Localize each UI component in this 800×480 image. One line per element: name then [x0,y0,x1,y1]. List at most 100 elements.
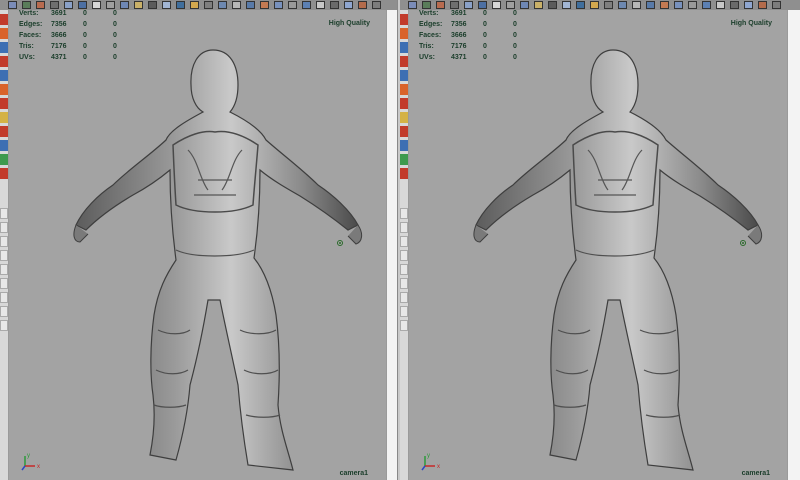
character-model-wireframe[interactable] [458,30,778,480]
shelf-icon[interactable] [688,1,697,9]
layout-icon[interactable] [0,278,8,289]
layout-icon[interactable] [400,320,408,331]
layout-icon[interactable] [0,306,8,317]
shelf-icon[interactable] [758,1,767,9]
toolbox-icon[interactable] [400,28,408,39]
toolbox-icon[interactable] [400,98,408,109]
layout-icon[interactable] [0,264,8,275]
shelf-icon[interactable] [176,1,185,9]
shelf-icon[interactable] [590,1,599,9]
layout-icon[interactable] [400,250,408,261]
quality-label: High Quality [328,20,370,27]
toolbox-icon[interactable] [400,154,408,165]
layout-icon[interactable] [400,208,408,219]
shelf-icon[interactable] [302,1,311,9]
toolbox-icon[interactable] [400,84,408,95]
shelf-icon[interactable] [562,1,571,9]
hud-label: Tris: [419,43,434,50]
svg-text:y: y [27,453,30,459]
vertical-scrollbar[interactable] [787,10,800,480]
layout-icon[interactable] [400,222,408,233]
toolbox-icon[interactable] [0,28,8,39]
toolbox-icon[interactable] [0,56,8,67]
layout-icon[interactable] [0,236,8,247]
svg-text:y: y [427,453,430,459]
layout-icon[interactable] [400,278,408,289]
toolbox-icon[interactable] [400,140,408,151]
shelf-icon[interactable] [702,1,711,9]
viewport-wireframe[interactable]: Verts: 3691 0 0 Edges: 7356 0 0 Faces: 3666 0 0 T… [409,10,788,480]
toolbox-icon[interactable] [400,168,408,179]
hud-value: 0 [113,10,117,17]
layout-icon[interactable] [400,264,408,275]
shelf-icon[interactable] [218,1,227,9]
shelf-icon[interactable] [744,1,753,9]
toolbox-icon[interactable] [0,126,8,137]
shelf-icon[interactable] [274,1,283,9]
shelf-icon[interactable] [604,1,613,9]
hud-value: 0 [83,10,87,17]
shelf-icon[interactable] [730,1,739,9]
shelf-icon[interactable] [618,1,627,9]
viewport-panel-right: Verts: 3691 0 0 Edges: 7356 0 0 Faces: 3666 0 0 T… [400,0,800,480]
toolbox-icon[interactable] [0,42,8,53]
hud-value: 0 [513,10,517,17]
shelf-icon[interactable] [548,1,557,9]
shelf-icon[interactable] [660,1,669,9]
shelf-icon[interactable] [148,1,157,9]
shelf-icon[interactable] [260,1,269,9]
shelf-icon[interactable] [646,1,655,9]
shelf-icon[interactable] [632,1,641,9]
shelf-icon[interactable] [716,1,725,9]
layout-icon[interactable] [0,250,8,261]
manipulator-icon[interactable] [740,240,746,246]
layout-icon[interactable] [0,222,8,233]
toolbox-icon[interactable] [0,140,8,151]
toolbox-icon[interactable] [400,112,408,123]
toolbox-icon[interactable] [0,14,8,25]
hud-label: Edges: [19,21,43,28]
shelf-icon[interactable] [372,1,381,9]
shelf-icon[interactable] [358,1,367,9]
shelf-icon[interactable] [190,1,199,9]
shelf-icon[interactable] [288,1,297,9]
layout-icon[interactable] [400,306,408,317]
shelf-icon[interactable] [232,1,241,9]
hud-value: 0 [83,21,87,28]
shelf-icon[interactable] [330,1,339,9]
hud-label: Faces: [19,32,42,39]
svg-text:x: x [37,464,40,470]
layout-icon[interactable] [400,236,408,247]
viewport-panel-left: Verts: 3691 0 0 Edges: 7356 0 0 Faces: 3666 0 0 T… [0,0,400,480]
shelf-icon[interactable] [408,1,417,9]
shelf-icon[interactable] [674,1,683,9]
hud-value: 0 [483,10,487,17]
layout-icon[interactable] [0,208,8,219]
toolbox-icon[interactable] [0,70,8,81]
shelf-icon[interactable] [246,1,255,9]
viewport-smooth[interactable]: Verts: 3691 0 0 Edges: 7356 0 0 Faces: 3666 0 0 T… [9,10,386,480]
shelf-icon[interactable] [576,1,585,9]
shelf-icon[interactable] [8,1,17,9]
character-model[interactable] [58,30,378,480]
toolbox-icon[interactable] [400,42,408,53]
toolbox-icon[interactable] [0,112,8,123]
layout-icon[interactable] [0,292,8,303]
toolbox-icon[interactable] [0,84,8,95]
shelf-icon[interactable] [344,1,353,9]
toolbox-icon[interactable] [400,70,408,81]
shelf-icon[interactable] [316,1,325,9]
toolbox-icon[interactable] [400,56,408,67]
manipulator-icon[interactable] [337,240,343,246]
toolbox-icon[interactable] [400,14,408,25]
layout-icon[interactable] [400,292,408,303]
hud-label: UVs: [419,54,435,61]
shelf-icon[interactable] [204,1,213,9]
shelf-icon[interactable] [772,1,781,9]
shelf-icon[interactable] [162,1,171,9]
toolbox-icon[interactable] [400,126,408,137]
toolbox-icon[interactable] [0,154,8,165]
toolbox-icon[interactable] [0,98,8,109]
toolbox-icon[interactable] [0,168,8,179]
layout-icon[interactable] [0,320,8,331]
